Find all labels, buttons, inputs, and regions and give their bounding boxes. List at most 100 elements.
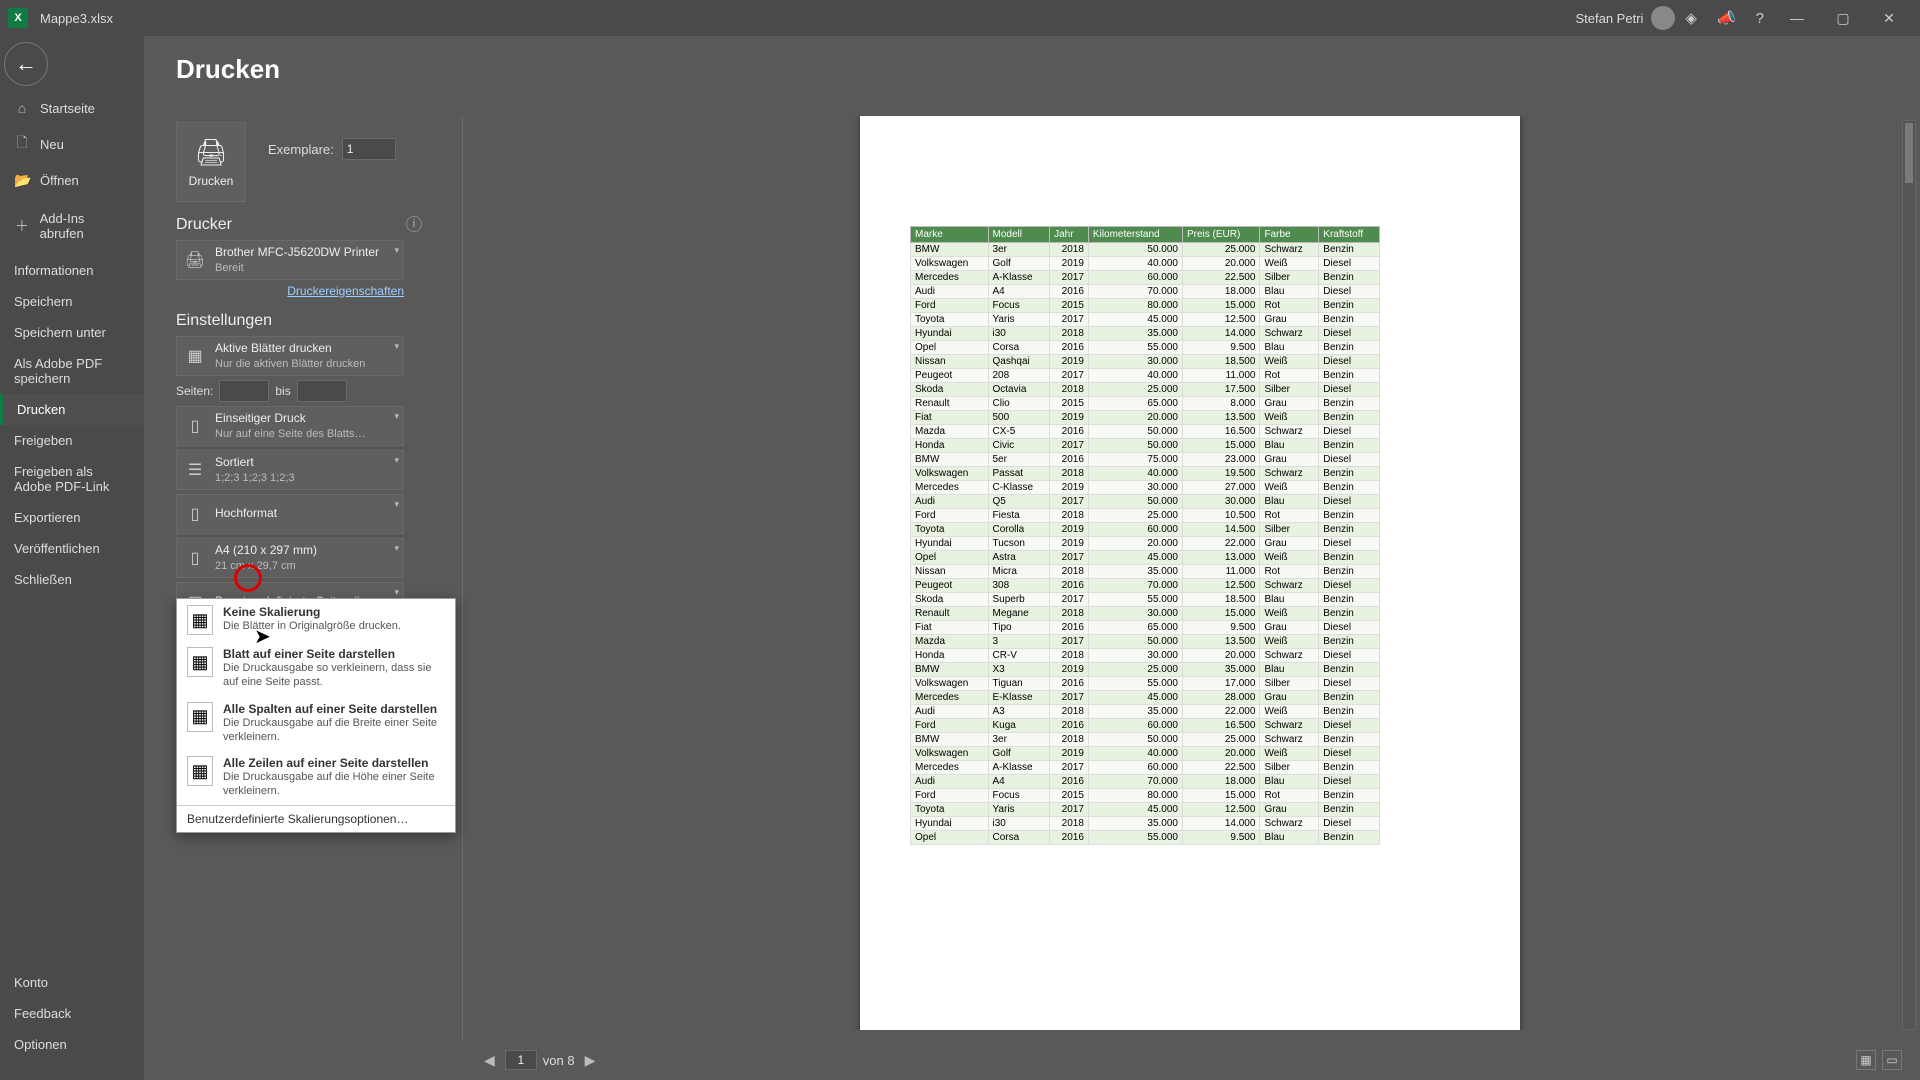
copies-label: Exemplare: — [268, 142, 334, 157]
vertical-divider — [462, 116, 463, 1040]
preview-page: MarkeModellJahrKilometerstandPreis (EUR)… — [860, 116, 1520, 1030]
page-of-label: von 8 — [543, 1053, 575, 1068]
sidebar-item-0[interactable]: ⌂ Startseite — [0, 92, 144, 124]
scaling-none-icon: ▦ — [187, 605, 213, 635]
pages-to-label: bis — [275, 384, 290, 398]
nav-label: Freigeben als Adobe PDF-Link — [14, 464, 130, 494]
sidebar-item-1[interactable]: 🗋 Neu — [0, 124, 144, 164]
paper-icon: ▯ — [183, 546, 207, 570]
sidebar-item-2[interactable]: 📂 Öffnen — [0, 164, 144, 197]
content-area: Drucken 🖨 Drucken Exemplare: Drucker i � — [144, 36, 1920, 1080]
diamond-icon[interactable]: ◈ — [1685, 9, 1697, 27]
user-area[interactable]: Stefan Petri — [1575, 6, 1675, 30]
pages-row: Seiten: bis — [176, 380, 422, 402]
title-bar: X Mappe3.xlsx Stefan Petri ◈ 📣 ? — ▢ ✕ — [0, 0, 1920, 36]
nav-label: Öffnen — [40, 173, 79, 188]
scaling-fit-rows-icon: ▦ — [187, 756, 213, 786]
nav-label: Add-Ins abrufen — [40, 211, 130, 241]
nav-label: Informationen — [14, 263, 94, 278]
vertical-scrollbar[interactable] — [1902, 120, 1916, 1030]
scaling-option-fit-sheet[interactable]: ▦ Blatt auf einer Seite darstellen Die D… — [177, 641, 455, 696]
nav-label: Veröffentlichen — [14, 541, 100, 556]
scaling-option-none[interactable]: ▦ Keine Skalierung Die Blätter in Origin… — [177, 599, 455, 641]
nav-label: Exportieren — [14, 510, 80, 525]
printer-status: Bereit — [215, 261, 397, 275]
nav-icon: 🗋 — [14, 132, 30, 156]
prev-page-button[interactable]: ◀ — [480, 1052, 499, 1069]
printer-dropdown[interactable]: 🖨 Brother MFC-J5620DW Printer Bereit ▾ — [176, 240, 404, 280]
printer-name: Brother MFC-J5620DW Printer — [215, 245, 397, 261]
scaling-option-fit-columns[interactable]: ▦ Alle Spalten auf einer Seite darstelle… — [177, 696, 455, 751]
avatar[interactable] — [1651, 6, 1675, 30]
sidebar-item-4[interactable]: Informationen — [0, 255, 144, 286]
sidebar-item-10[interactable]: Freigeben als Adobe PDF-Link — [0, 456, 144, 502]
show-margins-button[interactable]: ▦ — [1856, 1050, 1876, 1070]
nav-icon: ⌂ — [14, 100, 30, 116]
nav-label: Freigeben — [14, 433, 73, 448]
back-button[interactable]: ← — [4, 42, 48, 86]
scaling-fit-sheet-icon: ▦ — [187, 647, 213, 677]
printer-heading: Drucker i — [176, 216, 422, 234]
printer-status-icon: 🖨 — [183, 248, 207, 272]
pages-from-input[interactable] — [219, 380, 269, 402]
sidebar-item-6[interactable]: Speichern unter — [0, 317, 144, 348]
help-icon[interactable]: ? — [1756, 10, 1764, 27]
pages-label: Seiten: — [176, 384, 213, 398]
next-page-button[interactable]: ▶ — [581, 1052, 600, 1069]
sidebar-item-3[interactable]: ＋Add-Ins abrufen — [0, 203, 144, 249]
sidebar-bottom-2[interactable]: Optionen — [0, 1029, 144, 1060]
printer-properties-link[interactable]: Druckereigenschaften — [176, 284, 404, 298]
nav-icon: 📂 — [14, 172, 30, 189]
close-button[interactable]: ✕ — [1866, 0, 1912, 36]
nav-label: Als Adobe PDF speichern — [14, 356, 130, 386]
sheets-icon: ▦ — [183, 344, 207, 368]
minimize-button[interactable]: — — [1774, 0, 1820, 36]
paper-size-dropdown[interactable]: ▯ A4 (210 x 297 mm) 21 cm x 29,7 cm ▾ — [176, 538, 404, 578]
sidebar-item-11[interactable]: Exportieren — [0, 502, 144, 533]
page-navigator: ◀ von 8 ▶ — [480, 1050, 599, 1070]
scaling-custom-options[interactable]: Benutzerdefinierte Skalierungsoptionen… — [177, 805, 455, 832]
scaling-flyout: ▦ Keine Skalierung Die Blätter in Origin… — [176, 598, 456, 833]
orientation-icon: ▯ — [183, 502, 207, 526]
page-number-input[interactable] — [505, 1050, 537, 1070]
print-button[interactable]: 🖨 Drucken — [176, 122, 246, 202]
maximize-button[interactable]: ▢ — [1820, 0, 1866, 36]
info-icon[interactable]: i — [406, 216, 422, 232]
sidebar-bottom-0[interactable]: Konto — [0, 967, 144, 998]
pages-to-input[interactable] — [297, 380, 347, 402]
printer-icon: 🖨 — [194, 137, 227, 168]
scaling-fit-columns-icon: ▦ — [187, 702, 213, 732]
sidebar-item-13[interactable]: Schließen — [0, 564, 144, 595]
scaling-option-fit-rows[interactable]: ▦ Alle Zeilen auf einer Seite darstellen… — [177, 750, 455, 805]
orientation-dropdown[interactable]: ▯ Hochformat ▾ — [176, 494, 404, 534]
print-settings-column: 🖨 Drucken Exemplare: Drucker i 🖨 Brother… — [176, 122, 426, 1040]
page-icon: ▯ — [183, 414, 207, 438]
sidebar-item-7[interactable]: Als Adobe PDF speichern — [0, 348, 144, 394]
nav-label: Speichern unter — [14, 325, 106, 340]
settings-heading: Einstellungen — [176, 312, 422, 330]
chevron-down-icon: ▾ — [394, 245, 399, 256]
nav-label: Startseite — [40, 101, 95, 116]
print-preview: MarkeModellJahrKilometerstandPreis (EUR)… — [480, 116, 1900, 1030]
print-button-label: Drucken — [189, 174, 234, 188]
sidebar-bottom-1[interactable]: Feedback — [0, 998, 144, 1029]
backstage-sidebar: ← ⌂ Startseite 🗋 Neu 📂 Öffnen ＋Add-Ins abrufen… — [0, 36, 144, 1080]
excel-icon: X — [8, 8, 28, 28]
zoom-to-page-button[interactable]: ▭ — [1882, 1050, 1902, 1070]
sidebar-item-8[interactable]: Drucken — [0, 394, 144, 425]
megaphone-icon[interactable]: 📣 — [1717, 9, 1736, 27]
sidebar-item-5[interactable]: Speichern — [0, 286, 144, 317]
file-name: Mappe3.xlsx — [40, 11, 113, 26]
nav-label: Drucken — [17, 402, 65, 417]
sides-dropdown[interactable]: ▯ Einseitiger Druck Nur auf eine Seite d… — [176, 406, 404, 446]
collate-dropdown[interactable]: ☰ Sortiert 1;2;3 1;2;3 1;2;3 ▾ — [176, 450, 404, 490]
preview-table: MarkeModellJahrKilometerstandPreis (EUR)… — [910, 226, 1380, 845]
user-name: Stefan Petri — [1575, 11, 1643, 26]
copies-input[interactable] — [342, 138, 396, 160]
sidebar-item-12[interactable]: Veröffentlichen — [0, 533, 144, 564]
nav-label: Neu — [40, 137, 64, 152]
nav-label: Schließen — [14, 572, 72, 587]
print-what-dropdown[interactable]: ▦ Aktive Blätter drucken Nur die aktiven… — [176, 336, 404, 376]
nav-label: Speichern — [14, 294, 73, 309]
sidebar-item-9[interactable]: Freigeben — [0, 425, 144, 456]
